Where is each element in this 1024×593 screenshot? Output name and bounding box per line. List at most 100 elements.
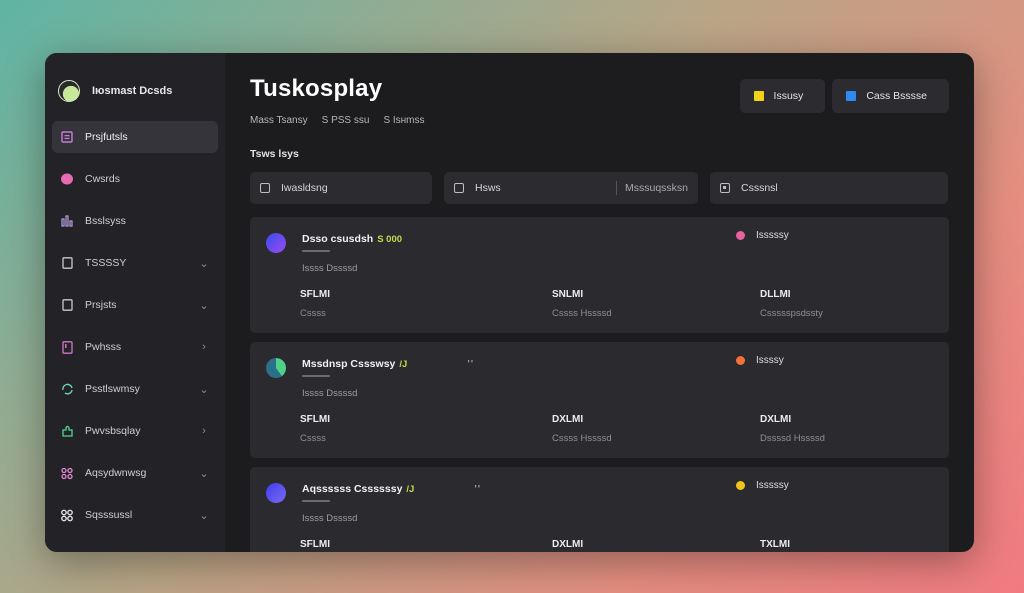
status-filter-button[interactable]: Issusy [739, 79, 826, 113]
card-meta: Issss Dssssd [302, 263, 358, 274]
chevron-icon[interactable]: › [198, 425, 210, 437]
card-title-text: Mssdnsp Cssswsy [302, 358, 396, 370]
page-meta: Mass Tsansy S PSS ssu S Isнmss [250, 115, 949, 126]
project-card[interactable]: Aqssssss Cssssssy/J '' Issss Dssssd Isssssy… [250, 467, 949, 552]
chevron-icon[interactable]: ⌄ [198, 383, 210, 396]
card-stat: SFLMICssss [300, 414, 330, 444]
stat-value: DXLMI [552, 539, 584, 550]
filter-label: Iwasldsng [281, 182, 328, 194]
users-icon [60, 466, 74, 480]
card-tag: /J [399, 359, 408, 370]
sidebar-item-3[interactable]: Bsslsyss [52, 205, 218, 237]
card-title-text: Dsso csusdsh [302, 233, 374, 245]
app-window: Iюsmast Dcsds Prsjfutsls Cwsrds Bsslsyss TS… [45, 53, 974, 552]
sidebar-item-8[interactable]: Pwvsbsqlay › [52, 415, 218, 447]
button-label: Issusy [773, 90, 804, 102]
page-meta-item: S PSS ssu [321, 115, 370, 126]
sidebar-item-label: Cwsrds [85, 173, 121, 185]
chevron-icon[interactable]: ⌄ [198, 509, 210, 522]
title-underline [302, 375, 330, 377]
stat-value: DXLMI [760, 414, 792, 425]
sidebar-item-label: Pwvsbsqlay [85, 425, 141, 437]
stat-label: Cssss [300, 308, 326, 319]
status-text: Isssssy [756, 480, 789, 491]
sidebar-item-label: Aqsydwnwsg [85, 467, 147, 479]
stat-value: TXLMI [760, 539, 790, 550]
card-title[interactable]: Dsso csusdsh S 000 [302, 233, 462, 245]
page-meta-item: S Isнmss [383, 115, 425, 126]
card-meta: Issss Dssssd [302, 513, 358, 524]
checkbox-icon [260, 183, 270, 193]
document-icon [60, 340, 74, 354]
title-underline [302, 250, 330, 252]
chevron-icon[interactable]: ⌄ [198, 299, 210, 312]
title-underline [302, 500, 330, 502]
sidebar-item-2[interactable]: Cwsrds [52, 163, 218, 195]
button-label: Cass Bsssse [866, 90, 927, 102]
brand-name: Iюsmast Dcsds [92, 85, 173, 97]
card-title[interactable]: Aqssssss Cssssssy/J '' [302, 483, 481, 495]
card-stat: DXLMICssss Hssssd [552, 539, 612, 552]
checkbox-icon [454, 183, 464, 193]
filter-3[interactable]: Csssnsl [710, 172, 948, 204]
app-logo-icon [58, 80, 80, 102]
chevron-icon[interactable]: › [198, 341, 210, 353]
card-stat: SNLMI Cssss Hssssd [552, 289, 612, 319]
sidebar-item-label: Pwhsss [85, 341, 122, 353]
brand[interactable]: Iюsmast Dcsds [58, 75, 218, 107]
status-dot-icon [736, 481, 745, 490]
avatar [266, 483, 286, 503]
create-button[interactable]: Cass Bsssse [832, 79, 949, 113]
filter-1[interactable]: Iwasldsng [250, 172, 432, 204]
main-content: Tuskosplay Mass Tsansy S PSS ssu S Isнms… [225, 53, 974, 552]
card-tag: S 000 [377, 234, 403, 245]
stat-value: DLLMI [760, 289, 791, 300]
avatar [266, 233, 286, 253]
card-meta: Issss Dssssd [302, 388, 358, 399]
status-dot-icon [736, 356, 745, 365]
chevron-icon[interactable]: ⌄ [198, 467, 210, 480]
sidebar-item-label: Prsjfutsls [85, 131, 128, 143]
status-badge: Issssy [736, 355, 784, 366]
page-meta-item: Mass Tsansy [250, 115, 308, 126]
card-stat: DXLMICssss Hssssd [552, 414, 612, 444]
sidebar-item-label: Bsslsyss [85, 215, 126, 227]
sidebar-item-5[interactable]: Prsjsts ⌄ [52, 289, 218, 321]
stat-label: Dssssd Hssssd [760, 433, 825, 444]
project-card[interactable]: Mssdnsp Cssswsy/J '' Issss Dssssd Issssy SFL… [250, 342, 949, 458]
more-icon[interactable]: '' [467, 359, 474, 370]
grid-icon [720, 183, 730, 193]
card-title[interactable]: Mssdnsp Cssswsy/J '' [302, 358, 474, 370]
chevron-icon[interactable]: ⌄ [198, 257, 210, 270]
divider [615, 181, 617, 195]
sidebar-item-7[interactable]: Psstlswmsy ⌄ [52, 373, 218, 405]
filter-2[interactable]: Hsws Msssuqssksn [444, 172, 698, 204]
card-stat: TXLMIDssssd Hssssd [760, 539, 825, 552]
cycle-icon [60, 382, 74, 396]
sidebar-item-9[interactable]: Aqsydwnwsg ⌄ [52, 457, 218, 489]
stat-value: SFLMI [300, 414, 330, 425]
sidebar: Iюsmast Dcsds Prsjfutsls Cwsrds Bsslsyss TS… [45, 53, 225, 552]
filter-bar: Iwasldsng Hsws Msssuqssksn Csssnsl [250, 172, 949, 204]
sidebar-item-label: TSSSSY [85, 257, 127, 269]
filter-extra: Msssuqssksn [624, 182, 688, 194]
sidebar-item-4[interactable]: TSSSSY ⌄ [52, 247, 218, 279]
stat-label: Cssss Hssssd [552, 308, 612, 319]
sidebar-nav: Prsjfutsls Cwsrds Bsslsyss TSSSSY ⌄ Prsjsts ⌄ P… [52, 121, 218, 531]
card-list: Dsso csusdsh S 000 Issss Dssssd Isssssy SFLM… [250, 217, 949, 552]
sidebar-item-1[interactable]: Prsjfutsls [52, 121, 218, 153]
blob-icon [60, 172, 74, 186]
yellow-square-icon [753, 91, 764, 101]
sidebar-item-10[interactable]: Sqsssussl ⌄ [52, 499, 218, 531]
card-stat: SFLMICssss [300, 539, 330, 552]
stat-label: Cssssspsdssty [760, 308, 823, 319]
sidebar-item-label: Psstlswmsy [85, 383, 140, 395]
more-icon[interactable]: '' [474, 484, 481, 495]
page-icon [60, 256, 74, 270]
grid-icon [60, 508, 74, 522]
sidebar-item-6[interactable]: Pwhsss › [52, 331, 218, 363]
status-dot-icon [736, 231, 745, 240]
project-card[interactable]: Dsso csusdsh S 000 Issss Dssssd Isssssy SFLM… [250, 217, 949, 333]
sidebar-item-label: Prsjsts [85, 299, 117, 311]
blue-square-icon [846, 91, 857, 101]
